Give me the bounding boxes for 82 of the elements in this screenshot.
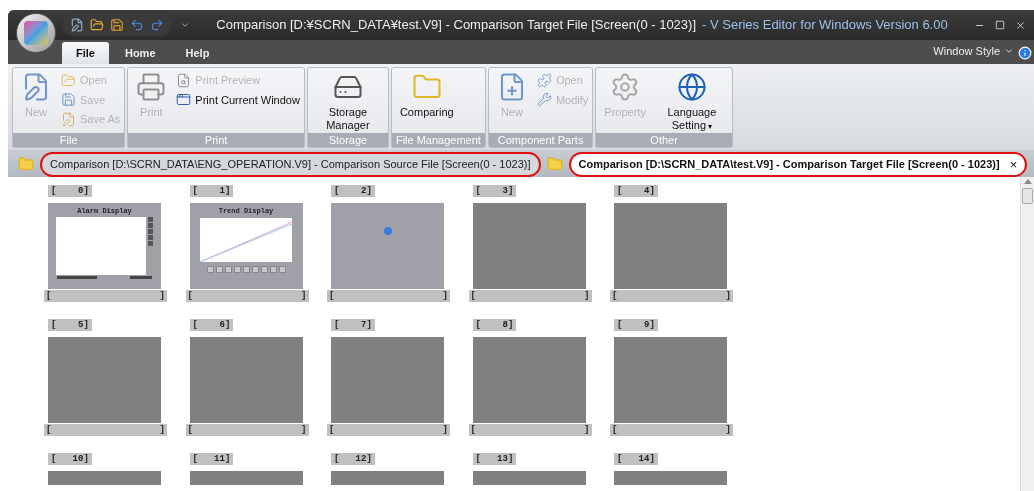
screen-caption-field[interactable]: [ ]	[185, 424, 309, 436]
menu-tab[interactable]: File	[62, 42, 109, 64]
customize-icon[interactable]	[180, 20, 190, 30]
ribbon-group-label: Other	[596, 133, 732, 147]
screen-number: [ 12]	[331, 453, 375, 465]
document-tab[interactable]: Comparison [D:\SCRN_DATA\test.V9] - Comparison Target File [Screen(0 - 1023)] ×	[568, 152, 1028, 177]
screen-caption-field[interactable]: [ ]	[44, 424, 167, 436]
screen-number: [ 2]	[331, 185, 375, 197]
menu-tab[interactable]: Help	[171, 42, 224, 64]
printer-icon	[136, 72, 167, 102]
screen-thumbnail[interactable]	[189, 337, 303, 423]
screen-number: [ 3]	[472, 185, 517, 197]
screen-caption-field[interactable]: [ ]	[468, 424, 592, 436]
screen-number: [ 13]	[472, 453, 517, 465]
screen-thumbnail[interactable]	[331, 471, 444, 485]
ribbon-group-label: File Management	[391, 133, 485, 147]
close-icon[interactable]	[1015, 19, 1026, 31]
screen-number: [ 9]	[614, 319, 658, 331]
scrollbar[interactable]	[1020, 177, 1034, 491]
window-style-menu[interactable]: Window Style	[933, 42, 1014, 59]
ribbon-button[interactable]: Storage Manager	[311, 68, 384, 133]
ribbon-button[interactable]: Print Current Window	[176, 91, 300, 108]
globe-icon	[676, 72, 707, 102]
bottom-buttons-drawing	[57, 276, 97, 279]
screen-caption-field[interactable]: [ ]	[327, 424, 450, 436]
screen-thumbnail[interactable]	[614, 471, 727, 485]
app-logo[interactable]	[16, 13, 56, 53]
screen-thumbnail[interactable]	[472, 471, 586, 485]
screen-number: [ 10]	[48, 453, 92, 465]
info-icon[interactable]	[1018, 46, 1032, 60]
folder-icon[interactable]	[90, 18, 104, 32]
ribbon-button[interactable]: Comparing	[395, 68, 458, 133]
screen-caption-field[interactable]: [ ]	[185, 290, 309, 302]
ribbon-group-label: Storage	[307, 133, 388, 147]
screen-number: [ 5]	[48, 319, 92, 331]
ribbon-group-label: File	[13, 133, 125, 147]
redo-icon[interactable]	[150, 18, 164, 32]
screen-caption-field[interactable]: [ ]	[468, 290, 592, 302]
puzzle-icon	[536, 72, 552, 88]
screen-caption-field[interactable]: [ ]	[327, 290, 450, 302]
ribbon-group-label: Component Parts	[488, 133, 593, 147]
side-buttons-drawing	[148, 217, 153, 246]
window-title: Comparison [D:¥SCRN_DATA¥test.V9] - Comparison Target File [Screen(0 - 1023)]	[216, 16, 697, 35]
screen-thumbnail[interactable]	[614, 337, 727, 423]
screen-number: [ 14]	[614, 453, 658, 465]
screen-thumbnail[interactable]	[48, 337, 161, 423]
wrench-icon	[536, 92, 552, 108]
screen-number: [ 6]	[189, 319, 234, 331]
screen-number: [ 0]	[48, 185, 92, 197]
file-pencil-icon	[61, 111, 76, 127]
screen-number: [ 1]	[189, 185, 234, 197]
maximize-icon[interactable]	[995, 20, 1005, 30]
screen-number: [ 4]	[614, 185, 658, 197]
screen-thumbnail[interactable]	[48, 471, 161, 485]
folder-icon	[61, 72, 76, 88]
folder-icon	[18, 155, 34, 172]
menu-tab[interactable]: Home	[110, 42, 170, 64]
screen-number: [ 7]	[331, 319, 375, 331]
screen-caption-field[interactable]: [ ]	[610, 424, 733, 436]
ribbon-button[interactable]: Language Setting ▾	[655, 68, 728, 133]
screen-thumbnail[interactable]	[189, 471, 303, 485]
floppy-icon[interactable]	[110, 18, 124, 32]
ribbon-group-label: Print	[128, 133, 304, 147]
undo-icon[interactable]	[130, 18, 144, 32]
screen-thumbnail[interactable]	[472, 337, 586, 423]
screen-thumbnail[interactable]	[472, 203, 586, 289]
screen-number: [ 11]	[189, 453, 234, 465]
file-search-icon	[176, 72, 192, 88]
document-tab[interactable]: Comparison [D:\SCRN_DATA\ENG_OPERATION.V9] - Comparison Source File [Screen(0 - 1023)]	[40, 152, 541, 177]
file-pencil-icon[interactable]	[70, 18, 84, 32]
screen-caption-field[interactable]: [ ]	[44, 290, 167, 302]
screen-thumbnail[interactable]	[331, 203, 444, 289]
screen-number: [ 8]	[472, 319, 517, 331]
window-icon	[176, 92, 192, 108]
screen-caption-field[interactable]: [ ]	[610, 290, 733, 302]
close-tab-button[interactable]: ×	[1009, 154, 1018, 175]
screen-thumbnail[interactable]	[614, 203, 727, 289]
bottom-buttons-drawing	[130, 276, 152, 279]
floppy-icon	[61, 92, 76, 108]
screen-thumbnail[interactable]	[331, 337, 444, 423]
folder-icon	[546, 155, 563, 172]
app-name: - V Series Editor for Windows Version 6.00	[702, 16, 948, 35]
